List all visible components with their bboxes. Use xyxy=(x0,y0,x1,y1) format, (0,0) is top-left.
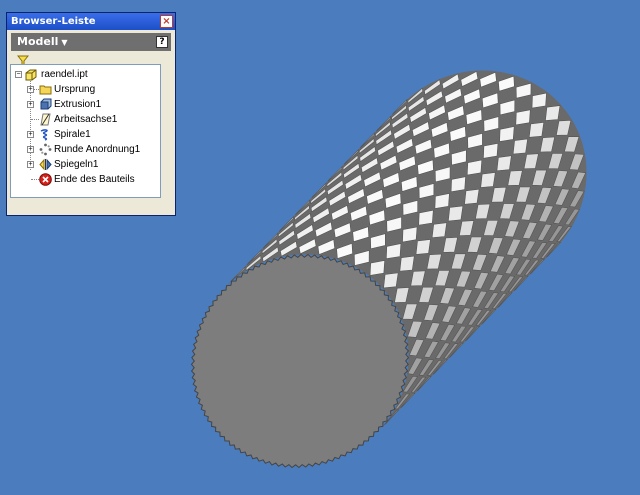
expand-icon[interactable]: + xyxy=(27,101,34,108)
knurl-diamond xyxy=(464,188,480,205)
work-axis-icon xyxy=(40,113,51,126)
knurl-diamond xyxy=(531,92,547,109)
panel-title: Browser-Leiste xyxy=(11,16,96,27)
tree-item-label: Spirale1 xyxy=(54,129,91,140)
knurl-diamond xyxy=(418,209,434,226)
tree-item-label: Arbeitsachse1 xyxy=(54,114,118,125)
model-dropdown-label: Modell xyxy=(17,35,59,48)
knurl-diamond xyxy=(431,222,448,239)
tree-item-label: Runde Anordnung1 xyxy=(54,144,141,155)
knurl-diamond xyxy=(480,172,496,188)
circular-pattern-icon xyxy=(39,143,52,156)
model-dropdown[interactable]: Modell ▼ ? xyxy=(11,33,171,51)
expand-icon[interactable]: + xyxy=(27,146,34,153)
help-button[interactable]: ? xyxy=(156,36,168,48)
tree-item-arbeitsachse1[interactable]: Arbeitsachse1 xyxy=(11,112,160,127)
part-icon xyxy=(25,69,37,81)
knurl-diamond xyxy=(496,155,512,172)
tree-item-label: Extrusion1 xyxy=(54,99,102,110)
knurl-diamond xyxy=(402,226,418,243)
expand-icon[interactable]: + xyxy=(27,131,34,138)
folder-icon xyxy=(39,85,52,95)
tree-line xyxy=(31,179,39,180)
panel-titlebar[interactable]: Browser-Leiste × xyxy=(7,13,175,30)
knurl-diamond xyxy=(483,142,499,159)
knurl-diamond xyxy=(447,205,464,222)
tree-item-ursprung[interactable]: + Ursprung xyxy=(11,82,160,97)
tree-item-extrusion1[interactable]: + Extrusion1 xyxy=(11,97,160,112)
tree-line xyxy=(31,119,39,120)
knurl-diamond xyxy=(385,243,402,260)
tree-item-ende-des-bauteils[interactable]: Ende des Bauteils xyxy=(11,172,160,187)
chevron-down-icon: ▼ xyxy=(61,38,68,47)
tree-item-label: Ende des Bauteils xyxy=(54,174,135,185)
knurl-diamond xyxy=(383,272,399,289)
expand-icon[interactable]: + xyxy=(27,161,34,168)
end-of-part-icon xyxy=(39,173,52,186)
knurl-diamond xyxy=(512,138,528,155)
knurl-diamond xyxy=(434,193,450,209)
knurl-diamond xyxy=(545,105,561,121)
knurl-diamond xyxy=(369,260,386,276)
tree-item-spirale1[interactable]: + Spirale1 xyxy=(11,127,160,142)
knurl-diamond xyxy=(399,255,415,272)
close-button[interactable]: × xyxy=(160,15,173,28)
cylinder-front-face[interactable] xyxy=(190,253,410,469)
knurl-diamond xyxy=(515,109,531,126)
model-tree[interactable]: − raendel.ipt + Ursprung + Extrusion1 Ar… xyxy=(10,64,161,198)
knurl-diamond xyxy=(528,121,545,138)
extrusion-icon xyxy=(40,98,52,110)
tree-item-spiegeln1[interactable]: + Spiegeln1 xyxy=(11,157,160,172)
mirror-icon xyxy=(39,158,52,171)
knurl-diamond xyxy=(466,159,483,176)
tree-item-label: Ursprung xyxy=(54,84,96,95)
knurl-diamond xyxy=(450,176,466,193)
tree-item-runde-anordnung1[interactable]: + Runde Anordnung1 xyxy=(11,142,160,157)
collapse-icon[interactable]: − xyxy=(15,71,22,78)
knurl-diamond xyxy=(499,126,515,142)
tree-root-label: raendel.ipt xyxy=(41,69,88,80)
expand-icon[interactable]: + xyxy=(27,86,34,93)
tree-root[interactable]: − raendel.ipt xyxy=(11,67,160,82)
tree-item-label: Spiegeln1 xyxy=(54,159,99,170)
knurl-diamond xyxy=(415,239,431,255)
coil-icon xyxy=(40,129,48,141)
